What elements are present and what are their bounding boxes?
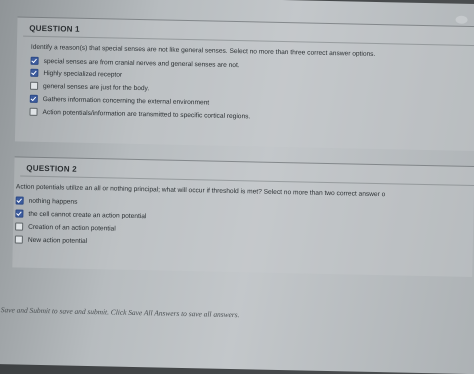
submit-instructions: Click Save and Submit to save and submit… bbox=[0, 304, 240, 320]
q2-option-3-checkbox[interactable] bbox=[15, 222, 24, 231]
q1-option-3-checkbox[interactable] bbox=[30, 81, 39, 90]
q1-option-4[interactable]: Gathers information concerning the exter… bbox=[29, 94, 210, 108]
q1-option-2[interactable]: Highly specialized receptor bbox=[30, 68, 122, 80]
q2-option-2[interactable]: the cell cannot create an action potenti… bbox=[15, 208, 146, 221]
q1-option-2-checkbox[interactable] bbox=[30, 68, 39, 77]
q2-option-4-checkbox[interactable] bbox=[14, 235, 23, 244]
glare-spot bbox=[455, 15, 468, 24]
q1-option-5[interactable]: Action potentials/information are transm… bbox=[29, 107, 250, 122]
q2-option-1-checkbox[interactable] bbox=[15, 196, 24, 205]
q2-option-1-label: nothing happens bbox=[28, 197, 78, 206]
q1-option-5-checkbox[interactable] bbox=[29, 107, 38, 116]
question-2-prompt: Action potentials utilize an all or noth… bbox=[15, 183, 386, 199]
question-1-title: QUESTION 1 bbox=[29, 23, 80, 34]
q1-option-5-label: Action potentials/information are transm… bbox=[42, 108, 251, 120]
q1-option-3-label: general senses are just for the body. bbox=[43, 82, 150, 92]
question-2-card: QUESTION 2 Action potentials utilize an … bbox=[12, 156, 474, 278]
question-1-card: QUESTION 1 Identify a reason(s) that spe… bbox=[14, 16, 474, 152]
q2-option-1[interactable]: nothing happens bbox=[15, 195, 78, 206]
q1-option-1-label: special senses are from cranial nerves a… bbox=[43, 57, 240, 69]
q2-option-2-checkbox[interactable] bbox=[15, 209, 24, 218]
q1-option-3[interactable]: general senses are just for the body. bbox=[30, 81, 149, 93]
q2-option-3[interactable]: Creation of an action potential bbox=[15, 221, 116, 233]
question-2-title: QUESTION 2 bbox=[26, 163, 77, 174]
q1-option-1-checkbox[interactable] bbox=[30, 56, 39, 65]
q2-option-4[interactable]: New action potential bbox=[14, 234, 88, 246]
q2-option-3-label: Creation of an action potential bbox=[28, 223, 116, 233]
q2-option-2-label: the cell cannot create an action potenti… bbox=[28, 210, 147, 220]
q2-option-4-label: New action potential bbox=[27, 236, 88, 245]
q1-option-2-label: Highly specialized receptor bbox=[43, 69, 123, 79]
q1-option-4-label: Gathers information concerning the exter… bbox=[42, 95, 210, 106]
photographed-screen: QUESTION 1 Identify a reason(s) that spe… bbox=[0, 0, 474, 374]
q1-option-4-checkbox[interactable] bbox=[29, 94, 38, 103]
